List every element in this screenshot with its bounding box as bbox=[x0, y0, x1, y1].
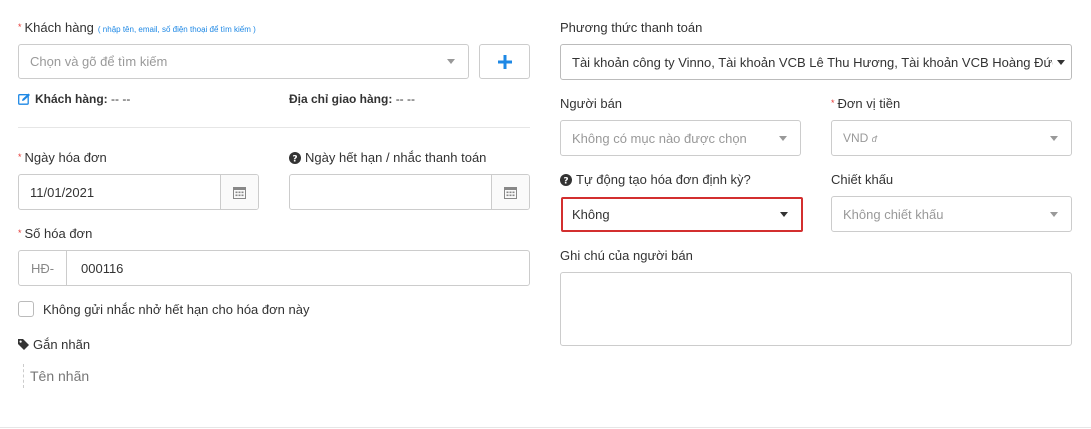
chevron-down-icon bbox=[1050, 211, 1058, 217]
calendar-button[interactable] bbox=[220, 175, 258, 209]
seller-note-label: Ghi chú của người bán bbox=[560, 248, 693, 263]
customer-info-value: -- -- bbox=[111, 92, 131, 106]
customer-select-placeholder: Chọn và gõ để tìm kiếm bbox=[30, 54, 168, 69]
bottom-divider bbox=[0, 427, 1091, 428]
seller-label: Người bán bbox=[560, 96, 623, 111]
currency-value: VND đ bbox=[843, 131, 877, 145]
required-marker: * bbox=[18, 152, 22, 162]
calendar-icon bbox=[504, 186, 517, 199]
currency-label: * Đơn vị tiền bbox=[831, 96, 901, 111]
question-circle-icon[interactable]: ? bbox=[560, 173, 572, 186]
chevron-down-icon bbox=[1050, 135, 1058, 141]
no-reminder-label: Không gửi nhắc nhở hết hạn cho hóa đơn n… bbox=[43, 301, 310, 317]
recurring-label: ? Tự động tạo hóa đơn định kỳ? bbox=[560, 172, 751, 187]
shipping-address-info: Địa chỉ giao hàng: -- -- bbox=[289, 92, 415, 106]
payment-method-label: Phương thức thanh toán bbox=[560, 20, 703, 35]
payment-method-value: Tài khoản công ty Vinno, Tài khoản VCB L… bbox=[572, 54, 1053, 70]
due-date-field[interactable] bbox=[289, 174, 530, 210]
tags-label: Gắn nhãn bbox=[18, 337, 90, 352]
payment-method-select[interactable]: Tài khoản công ty Vinno, Tài khoản VCB L… bbox=[560, 44, 1072, 80]
shipping-address-value: -- -- bbox=[395, 92, 416, 106]
customer-hint: ( nhập tên, email, số điện thoại để tìm … bbox=[97, 25, 256, 34]
tag-icon bbox=[18, 339, 29, 350]
recurring-value: Không bbox=[572, 207, 610, 222]
customer-info-label: Khách hàng: bbox=[35, 92, 108, 106]
seller-placeholder: Không có mục nào được chọn bbox=[572, 130, 747, 146]
due-date-label: ? Ngày hết hạn / nhắc thanh toán bbox=[289, 150, 486, 165]
invoice-number-label: * Số hóa đơn bbox=[18, 226, 93, 241]
add-customer-button[interactable] bbox=[479, 44, 530, 79]
required-marker: * bbox=[18, 228, 22, 238]
chevron-down-icon bbox=[1057, 59, 1065, 65]
invoice-number-value: 000116 bbox=[81, 260, 124, 276]
plus-icon bbox=[497, 54, 512, 69]
no-reminder-checkbox[interactable] bbox=[18, 301, 34, 317]
invoice-date-field[interactable]: 11/01/2021 bbox=[18, 174, 259, 210]
seller-select[interactable]: Không có mục nào được chọn bbox=[560, 120, 801, 156]
chevron-down-icon bbox=[780, 212, 788, 217]
shipping-address-label: Địa chỉ giao hàng: bbox=[289, 92, 393, 106]
discount-placeholder: Không chiết khấu bbox=[843, 206, 944, 222]
svg-text:?: ? bbox=[563, 176, 568, 186]
currency-select[interactable]: VND đ bbox=[831, 120, 1072, 156]
customer-label: * Khách hàng( nhập tên, email, số điện th… bbox=[18, 20, 256, 35]
seller-note-textarea[interactable] bbox=[560, 272, 1072, 346]
calendar-icon bbox=[233, 186, 246, 199]
edit-icon[interactable] bbox=[18, 93, 31, 105]
divider bbox=[18, 127, 530, 128]
chevron-down-icon bbox=[447, 59, 455, 64]
currency-symbol: đ bbox=[871, 134, 877, 144]
required-marker: * bbox=[18, 22, 22, 32]
discount-label: Chiết khấu bbox=[831, 172, 894, 187]
no-reminder-option[interactable]: Không gửi nhắc nhở hết hạn cho hóa đơn n… bbox=[18, 301, 309, 317]
svg-text:?: ? bbox=[292, 154, 297, 164]
required-marker: * bbox=[831, 98, 835, 108]
invoice-number-prefix: HĐ- bbox=[19, 251, 67, 285]
question-circle-icon[interactable]: ? bbox=[289, 151, 301, 164]
invoice-date-value: 11/01/2021 bbox=[30, 184, 95, 200]
invoice-number-field[interactable]: HĐ- 000116 bbox=[18, 250, 530, 286]
calendar-button[interactable] bbox=[491, 175, 529, 209]
invoice-date-label: * Ngày hóa đơn bbox=[18, 150, 107, 165]
tags-input[interactable]: Tên nhãn bbox=[23, 364, 89, 388]
customer-select[interactable]: Chọn và gõ để tìm kiếm bbox=[18, 44, 469, 79]
chevron-down-icon bbox=[779, 135, 787, 141]
tags-placeholder: Tên nhãn bbox=[30, 368, 90, 384]
customer-info: Khách hàng: -- -- bbox=[18, 92, 130, 106]
recurring-select[interactable]: Không bbox=[561, 197, 803, 232]
discount-select[interactable]: Không chiết khấu bbox=[831, 196, 1072, 232]
